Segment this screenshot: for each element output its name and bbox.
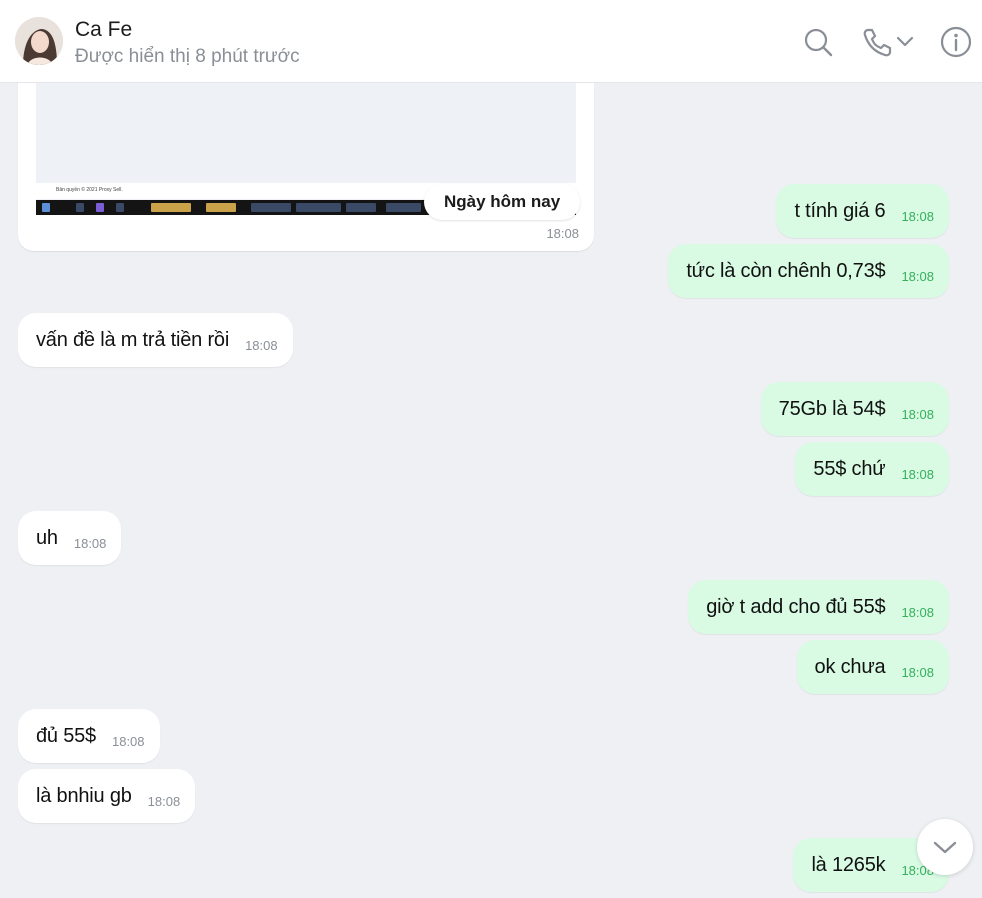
message-text: là bnhiu gb bbox=[36, 784, 132, 807]
message-text: t tính giá 6 bbox=[794, 199, 886, 222]
avatar-photo bbox=[15, 17, 63, 65]
call-button[interactable] bbox=[860, 24, 916, 60]
message-text: là 1265k bbox=[811, 853, 886, 876]
message-text: uh bbox=[36, 526, 58, 549]
chat-header: Ca Fe Được hiển thị 8 phút trước bbox=[0, 0, 982, 83]
scroll-to-bottom-button[interactable] bbox=[917, 819, 973, 875]
date-separator: Ngày hôm nay bbox=[424, 184, 581, 220]
chat-title: Ca Fe bbox=[75, 18, 133, 41]
message-time: 18:08 bbox=[73, 535, 107, 551]
message-time: 18:08 bbox=[901, 268, 934, 284]
image-message[interactable]: Bản quyền © 2021 Proxy Sell. Ngày hôm na… bbox=[18, 83, 594, 251]
message-time: 18:08 bbox=[147, 793, 181, 809]
message-time: 18:08 bbox=[111, 733, 145, 749]
message-text: tức là còn chênh 0,73$ bbox=[686, 259, 886, 282]
message-bubble-incoming[interactable]: vấn đề là m trả tiền rồi 18:08 bbox=[18, 313, 293, 367]
message-bubble-outgoing[interactable]: tức là còn chênh 0,73$ 18:08 bbox=[668, 244, 949, 298]
last-seen-status: Được hiển thị 8 phút trước bbox=[75, 46, 300, 67]
message-time: 18:08 bbox=[245, 337, 278, 353]
message-bubble-incoming[interactable]: uh 18:08 bbox=[18, 511, 122, 565]
message-time: 18:08 bbox=[546, 226, 579, 241]
message-text: giờ t add cho đủ 55$ bbox=[706, 595, 886, 618]
message-text: 75Gb là 54$ bbox=[778, 397, 886, 420]
message-text: 55$ chứ bbox=[813, 457, 886, 480]
search-icon[interactable] bbox=[800, 24, 836, 60]
info-icon[interactable] bbox=[938, 24, 974, 60]
message-bubble-outgoing[interactable]: 55$ chứ 18:08 bbox=[795, 442, 949, 496]
message-text: ok chưa bbox=[814, 655, 886, 678]
message-time: 18:08 bbox=[901, 664, 934, 680]
message-bubble-incoming[interactable]: là bnhiu gb 18:08 bbox=[18, 769, 196, 823]
message-text: vấn đề là m trả tiền rồi bbox=[36, 328, 230, 351]
chevron-down-icon bbox=[933, 841, 957, 854]
message-bubble-outgoing[interactable]: giờ t add cho đủ 55$ 18:08 bbox=[688, 580, 949, 634]
message-time: 18:08 bbox=[901, 604, 934, 620]
message-list[interactable]: Bản quyền © 2021 Proxy Sell. Ngày hôm na… bbox=[0, 83, 982, 898]
message-bubble-outgoing[interactable]: ok chưa 18:08 bbox=[796, 640, 949, 694]
phone-icon bbox=[863, 28, 914, 57]
message-text: đủ 55$ bbox=[36, 724, 96, 747]
message-bubble-incoming[interactable]: đủ 55$ 18:08 bbox=[18, 709, 160, 763]
message-time: 18:08 bbox=[901, 208, 934, 224]
message-time: 18:08 bbox=[901, 466, 934, 482]
message-time: 18:08 bbox=[901, 406, 934, 422]
avatar[interactable] bbox=[15, 17, 63, 65]
message-bubble-outgoing[interactable]: t tính giá 6 18:08 bbox=[776, 184, 949, 238]
message-bubble-outgoing[interactable]: 75Gb là 54$ 18:08 bbox=[760, 382, 949, 436]
